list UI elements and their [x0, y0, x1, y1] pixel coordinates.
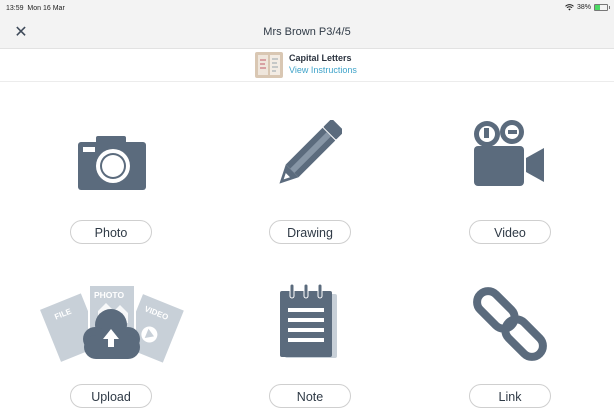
- drawing-button[interactable]: Drawing: [269, 220, 351, 244]
- svg-text:PHOTO: PHOTO: [94, 290, 124, 300]
- video-button[interactable]: Video: [469, 220, 551, 244]
- camera-icon[interactable]: [78, 136, 146, 190]
- photo-button[interactable]: Photo: [70, 220, 152, 244]
- video-camera-icon[interactable]: [472, 120, 546, 190]
- upload-button[interactable]: Upload: [70, 384, 152, 408]
- status-bar: 13:59 Mon 16 Mar 38%: [0, 0, 614, 18]
- header-bar: ✕ Mrs Brown P3/4/5: [0, 18, 614, 49]
- page-title: Mrs Brown P3/4/5: [263, 26, 351, 38]
- notepad-icon[interactable]: [280, 284, 340, 360]
- note-button[interactable]: Note: [269, 384, 351, 408]
- wifi-icon: [565, 4, 574, 11]
- pencil-icon[interactable]: [272, 120, 342, 192]
- task-title: Capital Letters: [289, 53, 352, 63]
- battery-percent: 38%: [576, 4, 591, 11]
- status-right: 38%: [565, 4, 610, 11]
- task-thumbnail: [255, 52, 283, 78]
- chain-link-icon[interactable]: [472, 286, 548, 362]
- status-time: 13:59 Mon 16 Mar: [6, 5, 65, 12]
- task-header: Capital Letters View Instructions: [0, 49, 614, 82]
- view-instructions-link[interactable]: View Instructions: [289, 65, 357, 75]
- link-button[interactable]: Link: [469, 384, 551, 408]
- battery-icon: [594, 4, 610, 11]
- cloud-upload-icon[interactable]: FILE VIDEO PHOTO: [40, 283, 184, 365]
